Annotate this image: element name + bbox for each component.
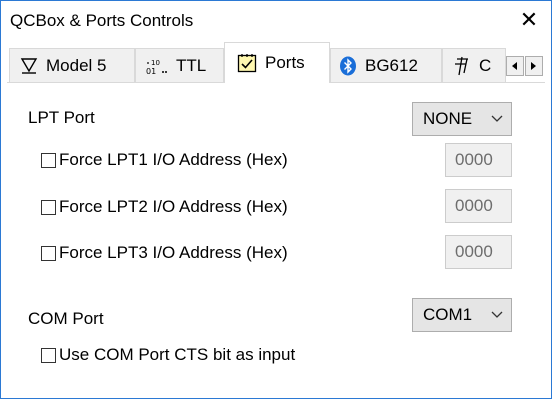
tab-ttl[interactable]: 10 01 TTL — [135, 48, 224, 82]
bluetooth-icon — [339, 56, 357, 76]
svg-text:01: 01 — [146, 67, 156, 75]
force-lpt1-checkbox-row[interactable]: Force LPT1 I/O Address (Hex) — [41, 150, 288, 170]
dialog-window: QCBox & Ports Controls ✕ Model 5 10 01 T… — [0, 0, 552, 399]
chevron-down-icon — [491, 115, 503, 122]
tab-ttl-label: TTL — [176, 55, 207, 75]
com-port-select[interactable]: COM1 — [412, 298, 512, 332]
tab-scroll-buttons — [506, 56, 544, 78]
chevron-right-icon — [531, 62, 536, 70]
force-lpt2-label: Force LPT2 I/O Address (Hex) — [59, 197, 288, 216]
tab-model5[interactable]: Model 5 — [9, 48, 135, 82]
force-lpt3-label: Force LPT3 I/O Address (Hex) — [59, 243, 288, 262]
lpt1-address-value: 0000 — [455, 150, 493, 169]
chevron-down-icon — [491, 311, 503, 318]
ttl-icon: 10 01 — [146, 57, 168, 75]
tab-scroll-right-button[interactable] — [525, 56, 543, 76]
close-button[interactable]: ✕ — [507, 1, 551, 39]
ports-icon — [237, 53, 257, 73]
model5-icon — [20, 57, 38, 74]
use-cts-checkbox-row[interactable]: Use COM Port CTS bit as input — [41, 345, 295, 365]
lpt-port-value: NONE — [423, 109, 473, 128]
com-port-value: COM1 — [423, 305, 473, 324]
lpt-port-label: LPT Port — [28, 108, 95, 127]
force-lpt1-checkbox[interactable] — [41, 152, 56, 168]
tab-ports[interactable]: Ports — [224, 42, 330, 83]
force-lpt2-checkbox[interactable] — [41, 199, 56, 215]
svg-text:10: 10 — [151, 59, 160, 67]
force-lpt1-label: Force LPT1 I/O Address (Hex) — [59, 150, 288, 169]
lpt1-address-field[interactable]: 0000 — [445, 143, 512, 177]
chevron-left-icon — [512, 62, 517, 70]
lpt-port-select[interactable]: NONE — [412, 102, 512, 136]
close-icon: ✕ — [519, 7, 539, 33]
lpt2-address-value: 0000 — [455, 196, 493, 215]
force-lpt3-checkbox-row[interactable]: Force LPT3 I/O Address (Hex) — [41, 243, 288, 263]
lpt2-address-field[interactable]: 0000 — [445, 189, 512, 223]
ports-panel: LPT Port NONE Force LPT1 I/O Address (He… — [1, 87, 551, 398]
title-bar: QCBox & Ports Controls ✕ — [1, 1, 551, 39]
force-lpt3-checkbox[interactable] — [41, 245, 56, 261]
lpt3-address-field[interactable]: 0000 — [445, 235, 512, 269]
tab-c[interactable]: C — [442, 48, 506, 82]
tab-bg612-label: BG612 — [365, 55, 418, 75]
force-lpt2-checkbox-row[interactable]: Force LPT2 I/O Address (Hex) — [41, 197, 288, 217]
tab-scroll-left-button[interactable] — [506, 56, 524, 76]
tab-ports-label: Ports — [265, 53, 305, 72]
lpt3-address-value: 0000 — [455, 242, 493, 261]
tab-model5-label: Model 5 — [46, 55, 107, 75]
tab-c-label: C — [479, 55, 492, 75]
com-port-label: COM Port — [28, 309, 104, 328]
window-title: QCBox & Ports Controls — [10, 11, 194, 30]
tab-strip: Model 5 10 01 TTL Ports BG612 C — [1, 39, 551, 87]
c-icon — [453, 56, 471, 76]
use-cts-label: Use COM Port CTS bit as input — [59, 345, 296, 364]
use-cts-checkbox[interactable] — [41, 347, 56, 363]
tab-bg612[interactable]: BG612 — [330, 48, 442, 82]
